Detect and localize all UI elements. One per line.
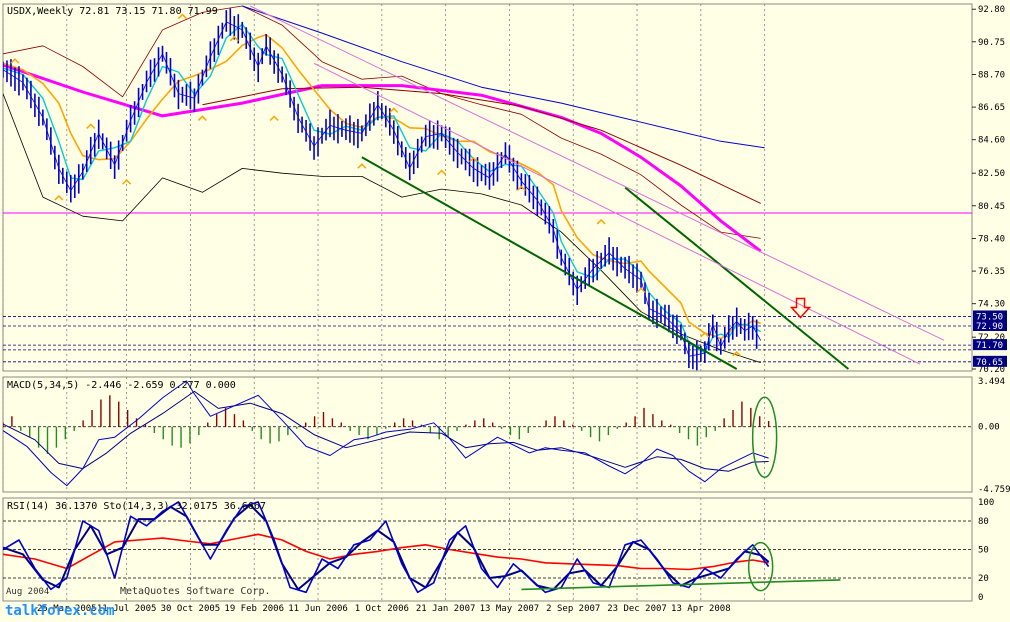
macd-panel (2, 376, 973, 493)
price-tick-label: 78.40 (978, 234, 1005, 244)
date-tick-label: 1 Oct 2006 (355, 604, 409, 614)
moving-average-line (242, 5, 765, 149)
chart-frame: 92.80 90.75 88.70 86.65 84.60 82.50 80.45 78.40… (0, 0, 1010, 619)
date-tick-label: 30 Oct 2005 (161, 604, 221, 614)
stoch-main-line (3, 501, 770, 594)
date-tick-label: 21 Jan 2007 (416, 604, 476, 614)
stoch-signal-line (3, 503, 770, 591)
macd-tick-label: 0.00 (978, 423, 1000, 433)
talkforex-logo: talkforex.com (5, 603, 115, 618)
fractal-marker (10, 58, 20, 64)
price-label-text: 72.90 (976, 322, 1003, 332)
price-tick-label: 74.30 (978, 300, 1005, 310)
macd-tick-label: 3.494 (978, 377, 1005, 387)
price-plot (3, 5, 972, 371)
short-ma-cyan-line (3, 23, 762, 354)
price-tick-label: 92.80 (978, 5, 1005, 15)
fractal-marker (86, 123, 96, 129)
macd-plot (3, 380, 972, 487)
watermark-date: Aug 2004 (6, 587, 49, 597)
price-tick-label: 88.70 (978, 70, 1005, 80)
main-panel (2, 3, 973, 372)
rsi-tick-label: 50 (978, 546, 989, 556)
rsi-tick-label: 100 (978, 498, 994, 508)
trading-chart[interactable]: 92.80 90.75 88.70 86.65 84.60 82.50 80.45 78.40… (0, 0, 1010, 619)
price-tick-label: 84.60 (978, 136, 1005, 146)
price-label-text: 70.65 (976, 358, 1003, 368)
price-tick-label: 76.35 (978, 267, 1005, 277)
fractal-marker (437, 169, 447, 176)
macd-signal-line (3, 390, 769, 472)
moving-average-line (3, 63, 762, 253)
fractal-marker (389, 107, 399, 114)
fractal-marker (596, 218, 606, 225)
rsi-tick-label: 20 (978, 574, 989, 584)
trendline (313, 62, 921, 365)
rsi-plot (3, 501, 972, 594)
fractal-marker (732, 351, 742, 357)
macd-header: MACD(5,34,5) -2.446 -2.659 0.277 0.000 (7, 380, 236, 391)
price-tick-label: 86.65 (978, 103, 1005, 113)
date-tick-label: 11 Jun 2006 (288, 604, 348, 614)
date-tick-label: 2 Sep 2007 (546, 604, 600, 614)
watermark-text: MetaQuotes Software Corp. (120, 586, 271, 597)
macd-tick-label: -4.759 (978, 485, 1010, 495)
trendline (361, 156, 738, 370)
fractal-marker (197, 115, 207, 121)
rsi-header: RSI(14) 36.1370 Sto(14,3,3) 32.0175 36.6… (7, 501, 266, 512)
date-tick-label: 19 Feb 2006 (224, 604, 284, 614)
fractal-marker (357, 163, 367, 169)
rsi-tick-label: 80 (978, 517, 989, 527)
price-tick-label: 82.50 (978, 169, 1005, 179)
fractal-marker (54, 194, 64, 201)
price-header: USDX,Weekly 72.81 73.15 71.80 71.99 (7, 6, 218, 17)
macd-main-line (3, 380, 769, 487)
price-tick-label: 80.45 (978, 202, 1005, 212)
fractal-marker (122, 179, 132, 185)
rsi-trendline (521, 579, 841, 591)
price-tick-label: 90.75 (978, 38, 1005, 48)
fractal-marker (269, 115, 279, 121)
rsi-tick-label: 0 (978, 593, 983, 603)
price-label-text: 71.70 (976, 341, 1003, 351)
date-tick-label: 13 Apr 2008 (671, 604, 731, 614)
date-tick-label: 13 May 2007 (480, 604, 540, 614)
date-tick-label: 23 Dec 2007 (607, 604, 667, 614)
